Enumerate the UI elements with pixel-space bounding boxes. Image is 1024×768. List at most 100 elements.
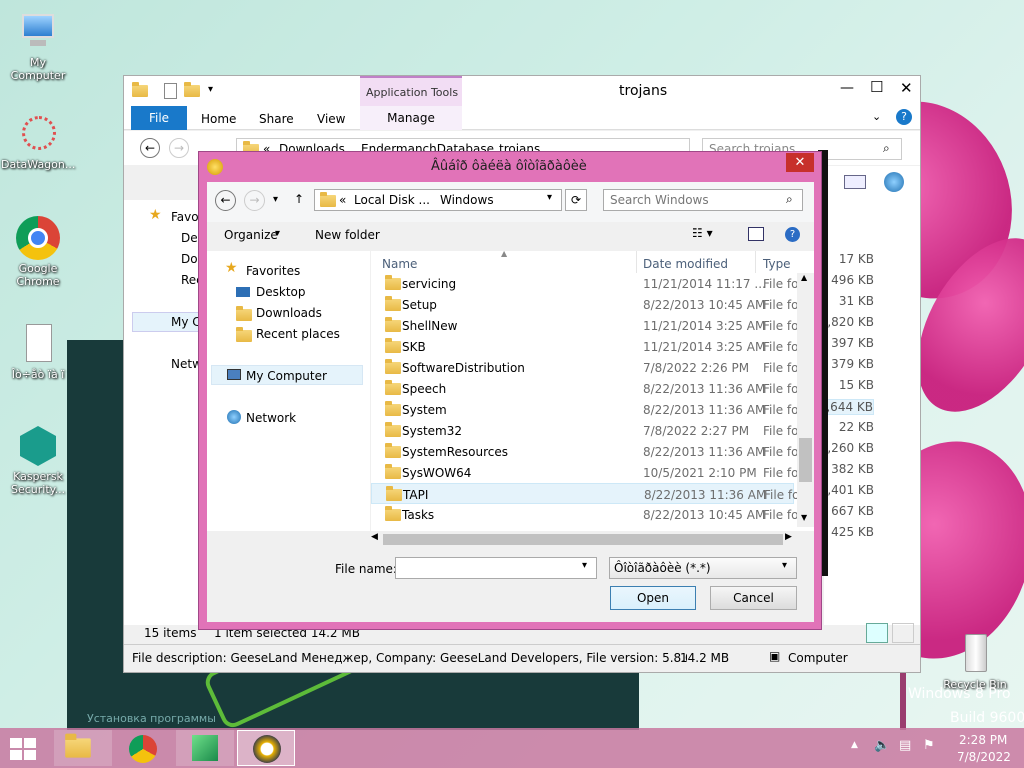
forward-button[interactable]: →: [169, 138, 189, 158]
tray-overflow-icon[interactable]: ▲: [851, 740, 858, 750]
help-icon[interactable]: ?: [785, 227, 800, 242]
qat-dropdown-icon[interactable]: ▾: [208, 84, 213, 95]
desktop-icon-kaspersky[interactable]: Kaspersk Security...: [1, 424, 75, 496]
folder-icon: [132, 82, 148, 97]
file-row[interactable]: System32 7/8/2022 2:27 PM File fol: [371, 420, 802, 441]
desktop-icon-datawagon[interactable]: DataWagon...: [1, 112, 75, 171]
dialog-close-button[interactable]: ✕: [786, 153, 814, 172]
nav-favorites[interactable]: Favorites: [171, 210, 201, 224]
action-center-icon[interactable]: ⚑: [923, 738, 935, 753]
clock-date[interactable]: 7/8/2022: [957, 750, 1011, 764]
dialog-address-bar[interactable]: « Local Disk ... Windows ▾: [314, 189, 562, 211]
file-size: 382 KB: [831, 462, 874, 476]
desktop-icon-text-file[interactable]: Îò÷åò ïà ï: [1, 322, 75, 381]
file-row[interactable]: SoftwareDistribution 7/8/2022 2:26 PM File…: [371, 357, 802, 378]
tab-file[interactable]: File: [131, 106, 187, 130]
globe-icon[interactable]: [884, 172, 904, 192]
file-row[interactable]: Tasks 8/22/2013 10:45 AM File fol: [371, 504, 802, 525]
file-row[interactable]: SystemResources 8/22/2013 11:36 AM File fo…: [371, 441, 802, 462]
maximize-button[interactable]: ☐: [870, 78, 883, 96]
file-row[interactable]: SysWOW64 10/5/2021 2:10 PM File fol: [371, 462, 802, 483]
file-row[interactable]: servicing 11/21/2014 11:17 ... File fol: [371, 273, 802, 294]
nav-my-computer[interactable]: My Computer: [246, 369, 327, 383]
tab-share[interactable]: Share: [259, 112, 294, 126]
nav-network[interactable]: Network: [171, 357, 199, 371]
volume-muted-icon[interactable]: 🔈: [874, 738, 890, 753]
nav-downloads[interactable]: Downloads: [256, 306, 322, 320]
properties-icon[interactable]: [164, 83, 177, 99]
recent-locations-icon[interactable]: ▾: [273, 194, 278, 205]
close-button[interactable]: ✕: [900, 79, 913, 97]
new-folder-icon[interactable]: [184, 82, 200, 97]
tab-view[interactable]: View: [317, 112, 345, 126]
nav-desktop[interactable]: Desktop: [256, 285, 306, 299]
back-button[interactable]: ←: [140, 138, 160, 158]
desktop-icon-chrome[interactable]: Google Chrome: [1, 216, 75, 288]
file-row[interactable]: TAPI 8/22/2013 11:36 AM File fol: [371, 483, 803, 504]
nav-network[interactable]: Network: [246, 411, 296, 425]
scroll-thumb[interactable]: [799, 438, 812, 482]
details-view-button[interactable]: [866, 623, 888, 643]
taskbar-chrome-button[interactable]: [115, 730, 173, 766]
breadcrumb-overflow[interactable]: «: [339, 193, 346, 207]
desktop-icon-my-computer[interactable]: My Computer: [1, 10, 75, 82]
kaspersky-icon: [16, 424, 60, 468]
preview-pane-icon[interactable]: [844, 175, 866, 189]
ribbon-expand-icon[interactable]: ⌄: [872, 110, 881, 123]
help-icon[interactable]: ?: [896, 109, 912, 125]
scroll-right-icon[interactable]: ▶: [785, 532, 792, 542]
dialog-forward-button[interactable]: →: [244, 190, 265, 211]
file-row[interactable]: Speech 8/22/2013 11:36 AM File fol: [371, 378, 802, 399]
column-name[interactable]: Name: [382, 257, 417, 271]
view-options-icon[interactable]: ☷ ▾: [692, 226, 713, 240]
desktop-icon-recycle-bin[interactable]: Recycle Bin: [938, 632, 1012, 691]
organize-button[interactable]: Organize: [224, 228, 278, 242]
file-name-input[interactable]: ▾: [395, 557, 597, 579]
tab-home[interactable]: Home: [201, 112, 236, 126]
taskbar-app-button[interactable]: [176, 730, 234, 766]
open-button[interactable]: Open: [610, 586, 696, 610]
scroll-down-icon[interactable]: ▼: [801, 513, 807, 522]
status-item-count: 15 items: [144, 626, 197, 640]
breadcrumb-windows[interactable]: Windows: [440, 193, 494, 207]
taskbar-explorer-button[interactable]: [54, 730, 112, 766]
nav-my-computer[interactable]: My Computer: [171, 315, 199, 329]
file-type-dropdown-icon[interactable]: ▾: [782, 560, 787, 571]
breadcrumb-local-disk[interactable]: Local Disk ...: [354, 193, 430, 207]
tab-manage[interactable]: Manage: [360, 106, 462, 130]
column-type[interactable]: Type: [763, 257, 791, 271]
address-dropdown-icon[interactable]: ▾: [547, 192, 552, 203]
file-type: File fol: [763, 319, 802, 333]
file-type-select[interactable]: Ôîòîãðàôèè (*.*) ▾: [609, 557, 797, 579]
scroll-left-icon[interactable]: ◀: [371, 532, 378, 542]
up-folder-button[interactable]: ↑: [294, 192, 304, 206]
dialog-search[interactable]: Search Windows ⌕: [603, 189, 803, 211]
file-type: File fol: [763, 466, 802, 480]
dialog-back-button[interactable]: ←: [215, 190, 236, 211]
vertical-scrollbar[interactable]: ▲ ▼: [797, 273, 814, 527]
file-row[interactable]: SKB 11/21/2014 3:25 AM File fol: [371, 336, 802, 357]
new-folder-button[interactable]: New folder: [315, 228, 380, 242]
nav-favorites[interactable]: Favorites: [246, 264, 300, 278]
refresh-button[interactable]: ⟳: [565, 189, 587, 211]
file-row[interactable]: ShellNew 11/21/2014 3:25 AM File fol: [371, 315, 802, 336]
minimize-button[interactable]: —: [840, 80, 854, 96]
column-date[interactable]: Date modified: [643, 257, 728, 271]
organize-dropdown-icon[interactable]: ▾: [275, 228, 280, 239]
clock-time[interactable]: 2:28 PM: [959, 733, 1007, 747]
file-row[interactable]: System 8/22/2013 11:36 AM File fol: [371, 399, 802, 420]
scroll-up-icon[interactable]: ▲: [801, 273, 807, 282]
horizontal-scrollbar[interactable]: ◀ ▶: [371, 531, 797, 547]
file-name: SKB: [402, 340, 426, 354]
network-tray-icon[interactable]: ▤: [899, 738, 911, 753]
start-button[interactable]: [10, 738, 38, 760]
file-name: Setup: [402, 298, 437, 312]
file-name-dropdown-icon[interactable]: ▾: [582, 560, 587, 571]
large-icons-view-button[interactable]: [892, 623, 914, 643]
hscroll-thumb[interactable]: [383, 534, 783, 545]
taskbar-geeseland-button[interactable]: [237, 730, 295, 766]
preview-pane-icon[interactable]: [748, 227, 764, 241]
nav-recent-places[interactable]: Recent places: [256, 327, 340, 341]
file-row[interactable]: Setup 8/22/2013 10:45 AM File fol: [371, 294, 802, 315]
cancel-button[interactable]: Cancel: [710, 586, 797, 610]
